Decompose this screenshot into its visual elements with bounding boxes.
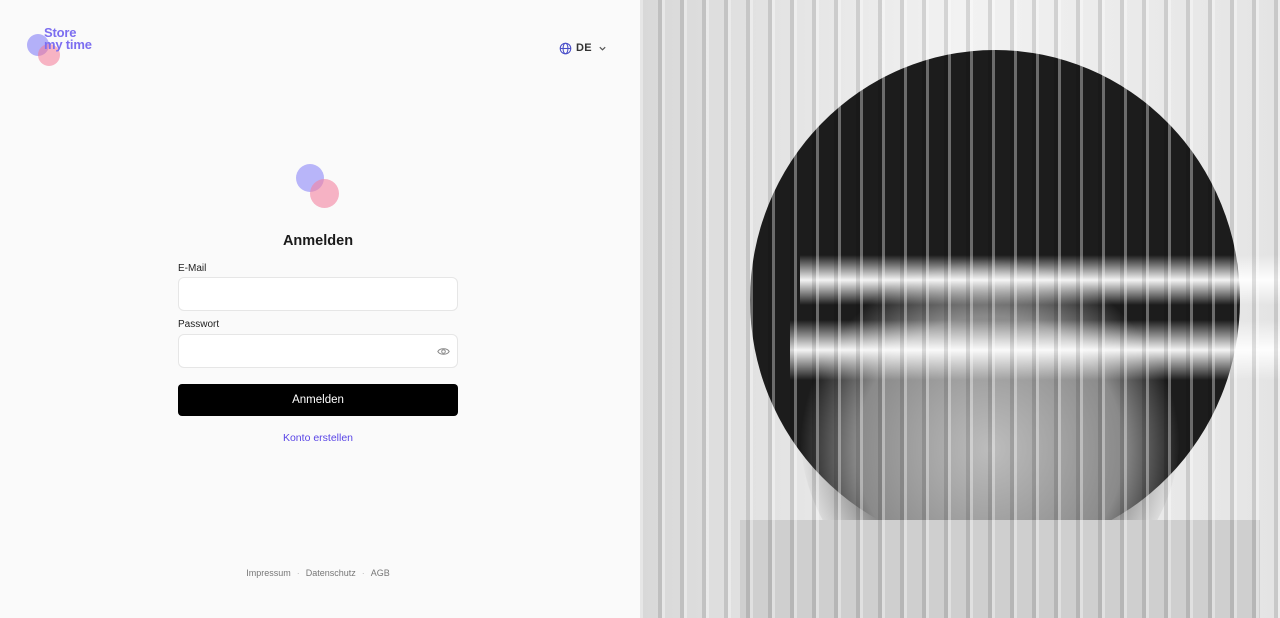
footer-link-agb[interactable]: AGB <box>371 568 390 578</box>
brand-wordmark-line2: my time <box>44 37 92 52</box>
globe-icon <box>559 42 572 54</box>
footer-separator: · <box>296 568 300 578</box>
logo-circle-pink <box>310 179 339 208</box>
footer-links: Impressum · Datenschutz · AGB <box>178 568 458 578</box>
page-title: Anmelden <box>282 233 354 249</box>
footer-link-datenschutz[interactable]: Datenschutz <box>306 568 356 578</box>
hero-image <box>640 0 1280 618</box>
password-field-wrapper <box>178 334 458 368</box>
chevron-down-icon <box>599 46 606 51</box>
email-field-wrapper <box>178 277 458 311</box>
email-field[interactable] <box>179 278 457 310</box>
center-logo <box>295 163 341 209</box>
language-selector[interactable]: DE <box>559 40 607 56</box>
footer-separator: · <box>361 568 365 578</box>
reeded-glass-portrait-image <box>640 0 1280 618</box>
password-label: Passwort <box>178 319 220 330</box>
email-label: E-Mail <box>178 263 207 274</box>
brand-logo[interactable]: Store my time <box>26 26 126 70</box>
create-account-link[interactable]: Konto erstellen <box>178 432 458 444</box>
eye-icon[interactable] <box>437 346 450 357</box>
footer-link-impressum[interactable]: Impressum <box>246 568 291 578</box>
login-panel: Store my time DE Anmelden E-Mail Passwor… <box>0 0 640 618</box>
password-field[interactable] <box>179 335 457 367</box>
language-label: DE <box>576 42 592 54</box>
login-button[interactable]: Anmelden <box>178 384 458 416</box>
